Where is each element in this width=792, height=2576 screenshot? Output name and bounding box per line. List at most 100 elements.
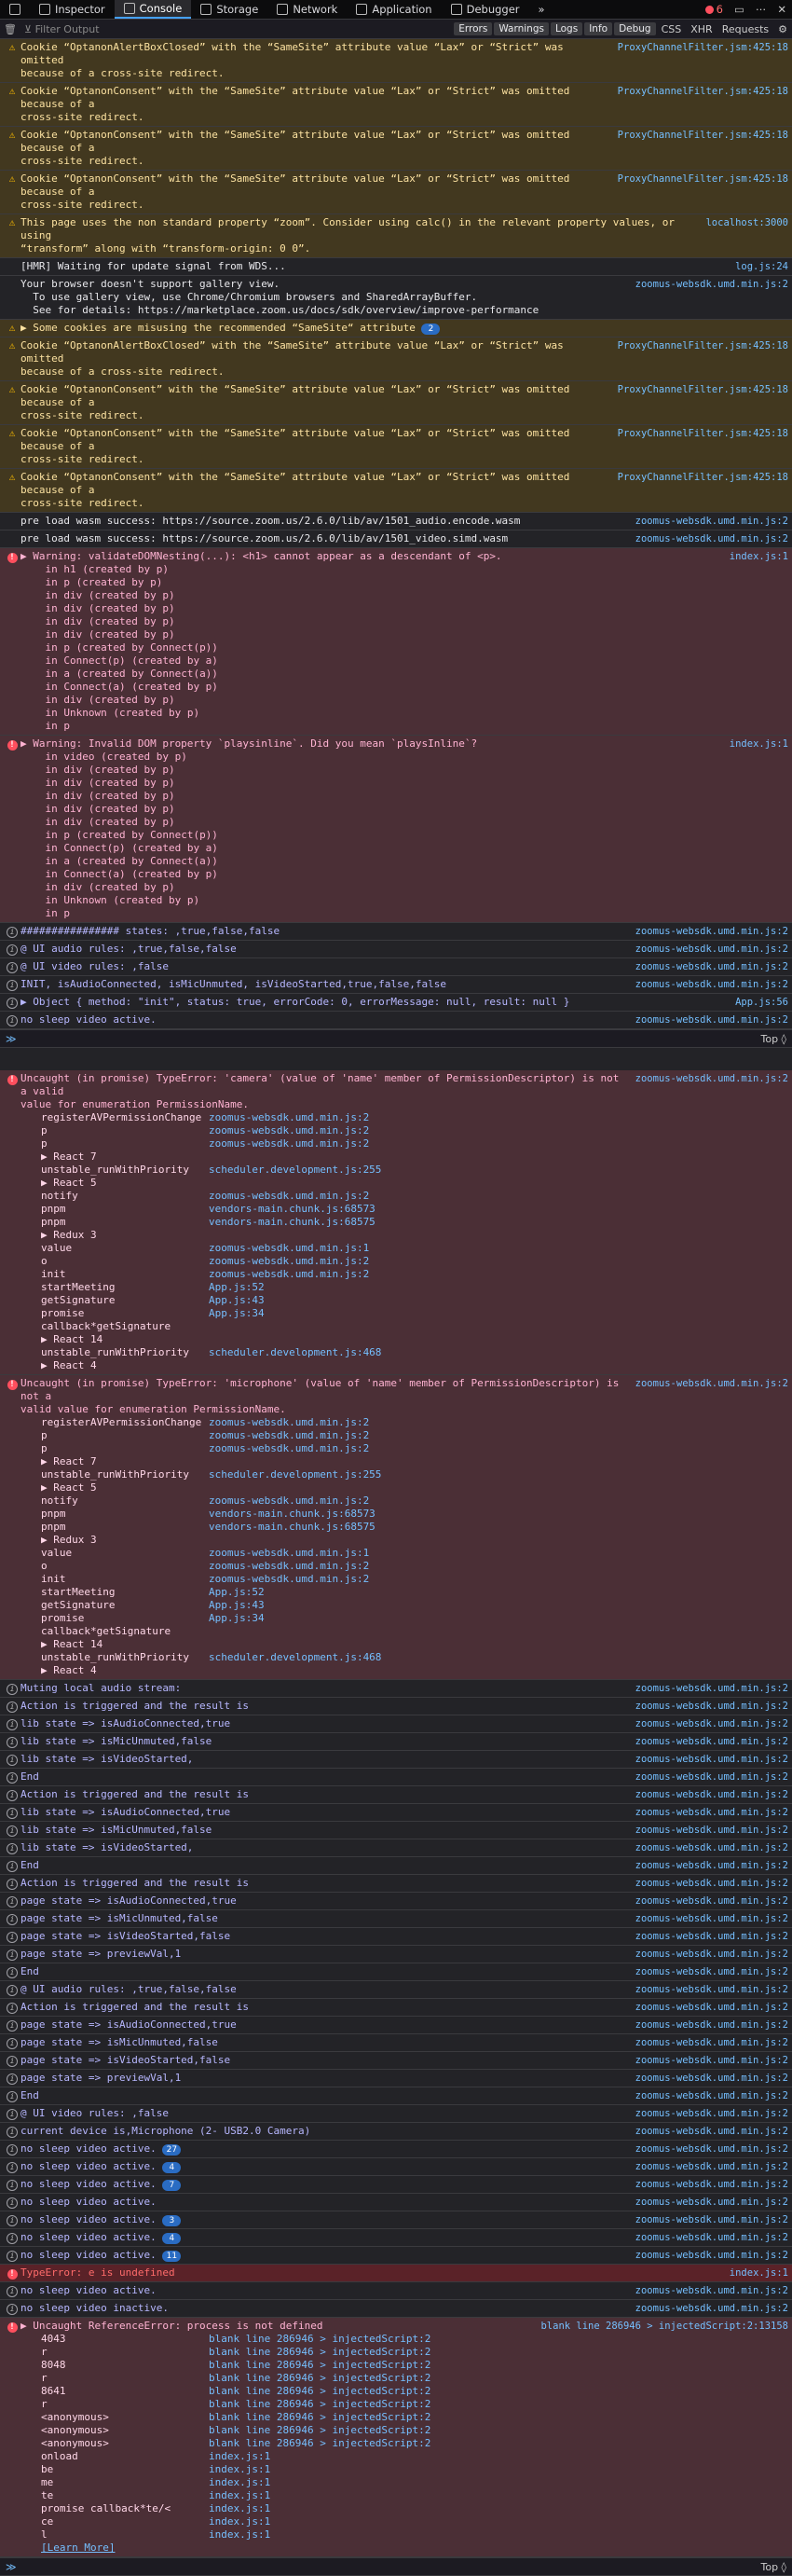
tab-application[interactable]: Application bbox=[347, 0, 441, 19]
stack-frame[interactable]: 4043 blank line 286946 > injectedScript:2 bbox=[41, 2333, 526, 2346]
frame-location[interactable]: blank line 286946 > injectedScript:2 bbox=[209, 2346, 430, 2359]
frame-location[interactable]: index.js:1 bbox=[209, 2528, 270, 2542]
frame-location[interactable]: vendors-main.chunk.js:68573 bbox=[209, 1508, 376, 1521]
source-link[interactable]: ProxyChannelFilter.jsm:425:18 bbox=[610, 427, 788, 440]
frame-location[interactable]: zoomus-websdk.umd.min.js:1 bbox=[209, 1547, 369, 1560]
settings-icon[interactable]: ⚙ bbox=[773, 23, 792, 35]
frame-location[interactable]: zoomus-websdk.umd.min.js:2 bbox=[209, 1560, 369, 1573]
filter-requests[interactable]: Requests bbox=[717, 23, 773, 35]
stack-frame[interactable]: pnpm vendors-main.chunk.js:68575 bbox=[41, 1216, 621, 1229]
frame-location[interactable]: zoomus-websdk.umd.min.js:2 bbox=[209, 1124, 369, 1137]
filter-errors[interactable]: Errors bbox=[454, 22, 493, 35]
source-link[interactable]: ProxyChannelFilter.jsm:425:18 bbox=[610, 41, 788, 54]
filter-warnings[interactable]: Warnings bbox=[494, 22, 549, 35]
source-link[interactable]: zoomus-websdk.umd.min.js:2 bbox=[628, 2107, 788, 2120]
more-tabs-icon[interactable]: » bbox=[529, 0, 554, 19]
source-link[interactable]: zoomus-websdk.umd.min.js:2 bbox=[628, 2072, 788, 2085]
source-link[interactable]: zoomus-websdk.umd.min.js:2 bbox=[628, 2249, 788, 2262]
stack-frame[interactable]: <anonymous> blank line 286946 > injectedS… bbox=[41, 2424, 526, 2437]
source-link[interactable]: App.js:56 bbox=[728, 996, 788, 1009]
filter-xhr[interactable]: XHR bbox=[686, 23, 717, 35]
frame-location[interactable]: index.js:1 bbox=[209, 2515, 270, 2528]
frame-location[interactable]: blank line 286946 > injectedScript:2 bbox=[209, 2398, 430, 2411]
frame-location[interactable]: zoomus-websdk.umd.min.js:2 bbox=[209, 1416, 369, 1429]
stack-frame[interactable]: 8641 blank line 286946 > injectedScript:2 bbox=[41, 2385, 526, 2398]
learn-more-link[interactable]: [Learn More] bbox=[20, 2542, 526, 2555]
frame-location[interactable]: index.js:1 bbox=[209, 2450, 270, 2463]
stack-frame[interactable]: ce index.js:1 bbox=[41, 2515, 526, 2528]
source-link[interactable]: zoomus-websdk.umd.min.js:2 bbox=[628, 2160, 788, 2173]
frame-location[interactable]: zoomus-websdk.umd.min.js:2 bbox=[209, 1442, 369, 1455]
frame-location[interactable]: zoomus-websdk.umd.min.js:2 bbox=[209, 1190, 369, 1203]
source-link[interactable]: ProxyChannelFilter.jsm:425:18 bbox=[610, 129, 788, 142]
stack-frame[interactable]: ▶ React 5 bbox=[41, 1481, 621, 1495]
frame-location[interactable]: index.js:1 bbox=[209, 2476, 270, 2489]
error-count-badge[interactable]: 6 bbox=[700, 3, 729, 16]
source-link[interactable]: zoomus-websdk.umd.min.js:2 bbox=[628, 1788, 788, 1801]
filter-logs[interactable]: Logs bbox=[550, 22, 583, 35]
source-link[interactable]: localhost:3000 bbox=[698, 216, 788, 229]
stack-frame[interactable]: pnpm vendors-main.chunk.js:68573 bbox=[41, 1508, 621, 1521]
frame-location[interactable]: scheduler.development.js:255 bbox=[209, 1164, 381, 1177]
frame-location[interactable]: scheduler.development.js:468 bbox=[209, 1346, 381, 1359]
source-link[interactable]: zoomus-websdk.umd.min.js:2 bbox=[628, 925, 788, 938]
source-link[interactable]: zoomus-websdk.umd.min.js:2 bbox=[628, 1894, 788, 1908]
console-input[interactable]: ≫ Top ◊ bbox=[0, 1029, 792, 1048]
tab-storage[interactable]: Storage bbox=[191, 0, 267, 19]
stack-frame[interactable]: notify zoomus-websdk.umd.min.js:2 bbox=[41, 1190, 621, 1203]
source-link[interactable]: zoomus-websdk.umd.min.js:2 bbox=[628, 1983, 788, 1996]
source-link[interactable]: zoomus-websdk.umd.min.js:2 bbox=[628, 943, 788, 956]
source-link[interactable]: zoomus-websdk.umd.min.js:2 bbox=[628, 1770, 788, 1784]
source-link[interactable]: zoomus-websdk.umd.min.js:2 bbox=[628, 1735, 788, 1748]
source-link[interactable]: zoomus-websdk.umd.min.js:2 bbox=[628, 2089, 788, 2102]
source-link[interactable]: zoomus-websdk.umd.min.js:2 bbox=[628, 960, 788, 973]
filter-debug[interactable]: Debug bbox=[614, 22, 656, 35]
stack-frame[interactable]: unstable_runWithPriority scheduler.develo… bbox=[41, 1468, 621, 1481]
source-link[interactable]: ProxyChannelFilter.jsm:425:18 bbox=[610, 383, 788, 396]
source-link[interactable]: zoomus-websdk.umd.min.js:2 bbox=[628, 1013, 788, 1026]
source-link[interactable]: zoomus-websdk.umd.min.js:2 bbox=[628, 1753, 788, 1766]
tab-console[interactable]: Console bbox=[114, 0, 192, 19]
source-link[interactable]: zoomus-websdk.umd.min.js:2 bbox=[628, 1948, 788, 1961]
stack-frame[interactable]: r blank line 286946 > injectedScript:2 bbox=[41, 2398, 526, 2411]
source-link[interactable]: zoomus-websdk.umd.min.js:2 bbox=[628, 1806, 788, 1819]
frame-location[interactable]: App.js:34 bbox=[209, 1307, 265, 1333]
source-link[interactable]: zoomus-websdk.umd.min.js:2 bbox=[628, 2142, 788, 2156]
stack-frame[interactable]: o zoomus-websdk.umd.min.js:2 bbox=[41, 1560, 621, 1573]
stack-frame[interactable]: ▶ React 14 bbox=[41, 1333, 621, 1346]
source-link[interactable]: zoomus-websdk.umd.min.js:2 bbox=[628, 1930, 788, 1943]
stack-frame[interactable]: getSignature App.js:43 bbox=[41, 1294, 621, 1307]
frame-location[interactable]: blank line 286946 > injectedScript:2 bbox=[209, 2385, 430, 2398]
frame-location[interactable]: App.js:52 bbox=[209, 1586, 265, 1599]
source-link[interactable]: blank line 286946 > injectedScript:2:131… bbox=[533, 2320, 788, 2333]
source-link[interactable]: zoomus-websdk.umd.min.js:2 bbox=[628, 1912, 788, 1925]
stack-frame[interactable]: unstable_runWithPriority scheduler.develo… bbox=[41, 1651, 621, 1664]
picker-icon[interactable] bbox=[0, 0, 30, 19]
stack-frame[interactable]: o zoomus-websdk.umd.min.js:2 bbox=[41, 1255, 621, 1268]
stack-frame[interactable]: be index.js:1 bbox=[41, 2463, 526, 2476]
stack-frame[interactable]: ▶ React 5 bbox=[41, 1177, 621, 1190]
stack-frame[interactable]: unstable_runWithPriority scheduler.develo… bbox=[41, 1164, 621, 1177]
source-link[interactable]: ProxyChannelFilter.jsm:425:18 bbox=[610, 339, 788, 352]
source-link[interactable]: index.js:1 bbox=[722, 550, 788, 563]
source-link[interactable]: zoomus-websdk.umd.min.js:2 bbox=[628, 1859, 788, 1872]
stack-frame[interactable]: me index.js:1 bbox=[41, 2476, 526, 2489]
source-link[interactable]: zoomus-websdk.umd.min.js:2 bbox=[628, 1877, 788, 1890]
frame-location[interactable]: zoomus-websdk.umd.min.js:2 bbox=[209, 1255, 369, 1268]
source-link[interactable]: zoomus-websdk.umd.min.js:2 bbox=[628, 2018, 788, 2032]
filter-css[interactable]: CSS bbox=[657, 23, 687, 35]
stack-frame[interactable]: ▶ React 7 bbox=[41, 1455, 621, 1468]
source-link[interactable]: zoomus-websdk.umd.min.js:2 bbox=[628, 515, 788, 528]
menu-icon[interactable]: ⋯ bbox=[750, 3, 772, 16]
frame-location[interactable]: zoomus-websdk.umd.min.js:2 bbox=[209, 1111, 369, 1124]
frame-location[interactable]: blank line 286946 > injectedScript:2 bbox=[209, 2372, 430, 2385]
source-link[interactable]: zoomus-websdk.umd.min.js:2 bbox=[628, 1824, 788, 1837]
stack-frame[interactable]: pnpm vendors-main.chunk.js:68575 bbox=[41, 1521, 621, 1534]
trash-icon[interactable]: 🗑 bbox=[0, 23, 20, 35]
context-selector-2[interactable]: Top ◊ bbox=[761, 2561, 787, 2573]
frame-location[interactable]: blank line 286946 > injectedScript:2 bbox=[209, 2411, 430, 2424]
source-link[interactable]: zoomus-websdk.umd.min.js:2 bbox=[628, 2125, 788, 2138]
filter-input[interactable]: ⊻ Filter Output bbox=[20, 23, 453, 35]
frame-location[interactable]: zoomus-websdk.umd.min.js:2 bbox=[209, 1429, 369, 1442]
stack-frame[interactable]: ▶ React 4 bbox=[41, 1359, 621, 1372]
